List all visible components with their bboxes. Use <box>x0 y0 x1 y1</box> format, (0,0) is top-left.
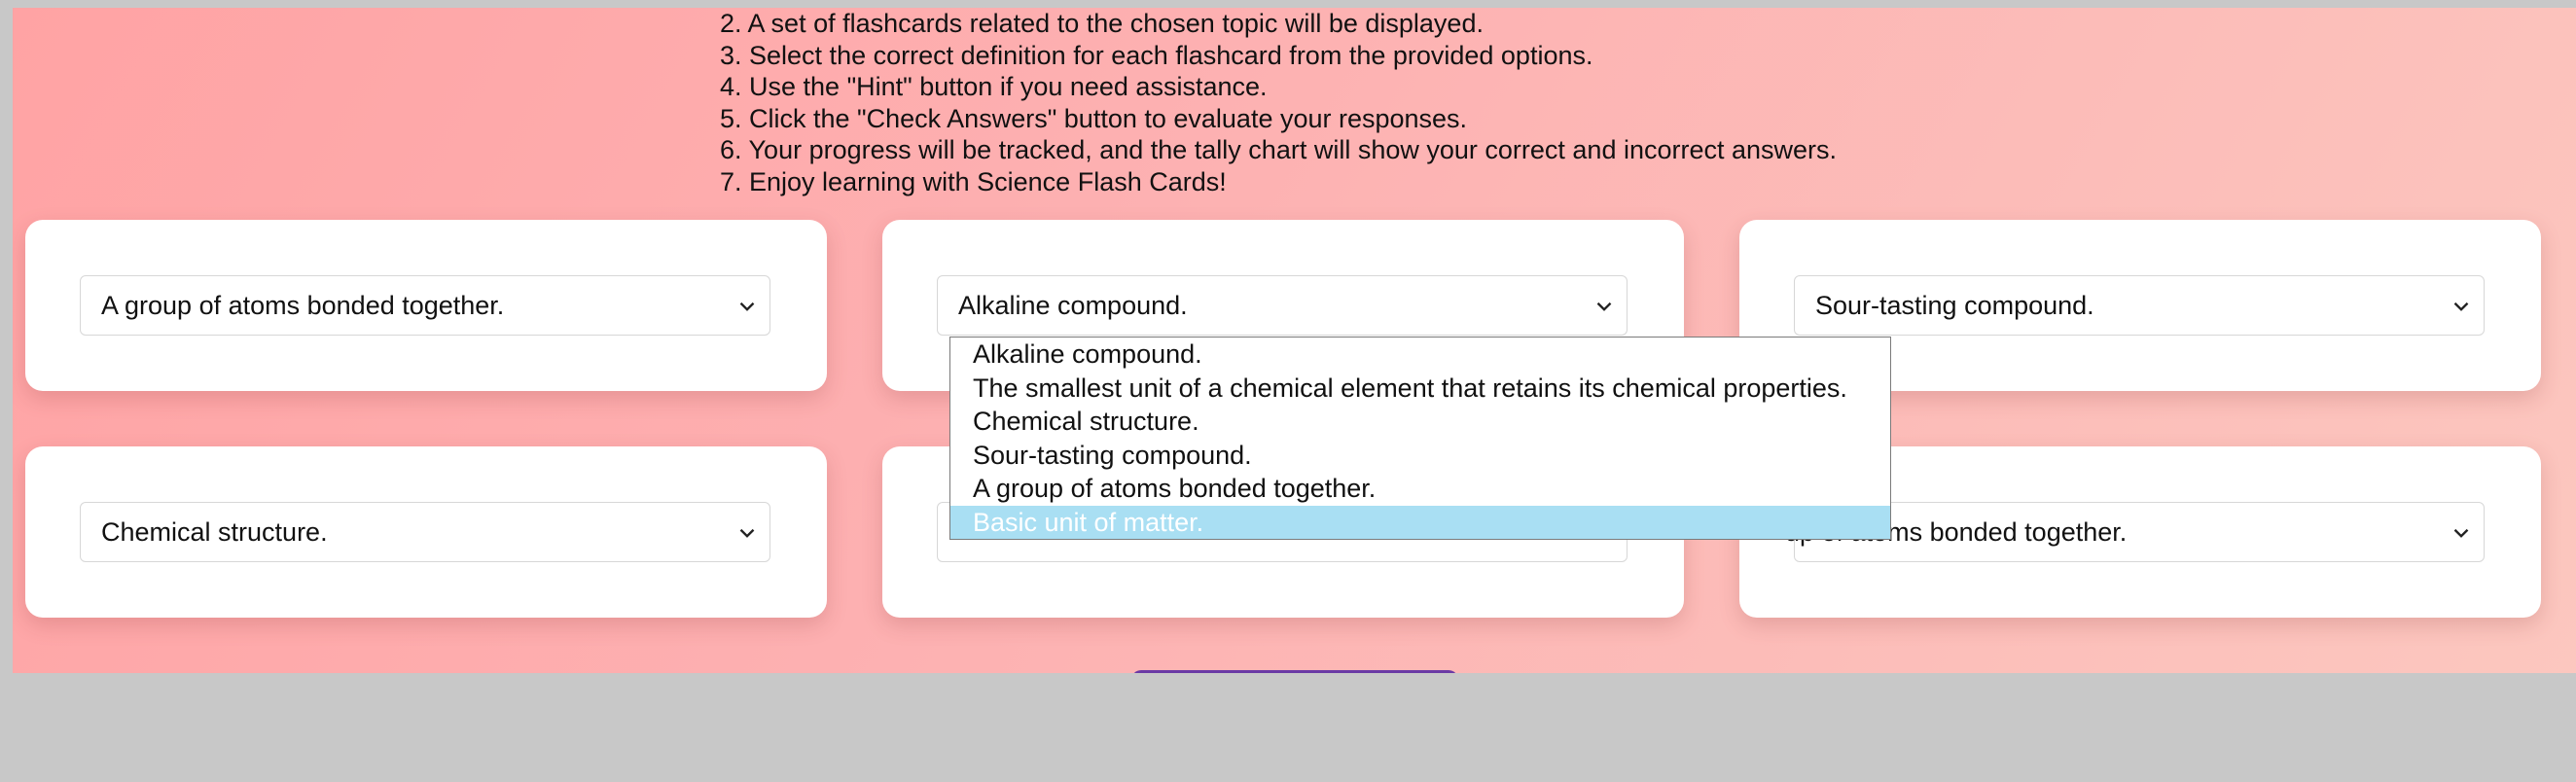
definition-select[interactable]: Alkaline compound. <box>937 275 1628 336</box>
chevron-down-icon <box>2453 302 2469 311</box>
chevron-down-icon <box>1596 302 1612 311</box>
chevron-down-icon <box>2453 528 2469 538</box>
dropdown-option[interactable]: Alkaline compound. <box>950 338 1890 372</box>
chevron-down-icon <box>739 302 755 311</box>
instruction-item: 4. Use the "Hint" button if you need ass… <box>720 72 1268 101</box>
app-page: 2. A set of flashcards related to the ch… <box>13 8 2576 673</box>
instruction-item: 5. Click the "Check Answers" button to e… <box>720 103 1468 133</box>
selected-definition: A group of atoms bonded together. <box>101 290 505 320</box>
dropdown-option[interactable]: A group of atoms bonded together. <box>950 472 1890 506</box>
instruction-item: 2. A set of flashcards related to the ch… <box>720 9 1484 38</box>
chevron-down-icon <box>739 528 755 538</box>
dropdown-option[interactable]: Sour-tasting compound. <box>950 439 1890 473</box>
flashcard: A group of atoms bonded together. <box>25 220 827 391</box>
definition-dropdown-list[interactable]: Alkaline compound. The smallest unit of … <box>949 337 1891 540</box>
selected-definition: Chemical structure. <box>101 516 328 547</box>
definition-select[interactable]: A group of atoms bonded together. <box>80 275 770 336</box>
selected-definition: Alkaline compound. <box>958 290 1188 320</box>
instruction-item: 7. Enjoy learning with Science Flash Car… <box>720 166 1227 196</box>
definition-select[interactable]: Sour-tasting compound. <box>1794 275 2485 336</box>
dropdown-option-highlighted[interactable]: Basic unit of matter. <box>950 505 1890 539</box>
instruction-item: 6. Your progress will be tracked, and th… <box>720 135 1838 164</box>
selected-definition: Sour-tasting compound. <box>1815 290 2094 320</box>
flashcard: Chemical structure. <box>25 446 827 618</box>
instructions-list: 2. A set of flashcards related to the ch… <box>720 8 1837 197</box>
dropdown-option[interactable]: The smallest unit of a chemical element … <box>950 372 1890 406</box>
dropdown-option[interactable]: Chemical structure. <box>950 405 1890 439</box>
definition-select[interactable]: Chemical structure. <box>80 502 770 562</box>
instruction-item: 3. Select the correct definition for eac… <box>720 40 1593 70</box>
definition-select[interactable]: up of atoms bonded together. <box>1785 502 2485 562</box>
check-answers-button[interactable] <box>1131 670 1458 673</box>
